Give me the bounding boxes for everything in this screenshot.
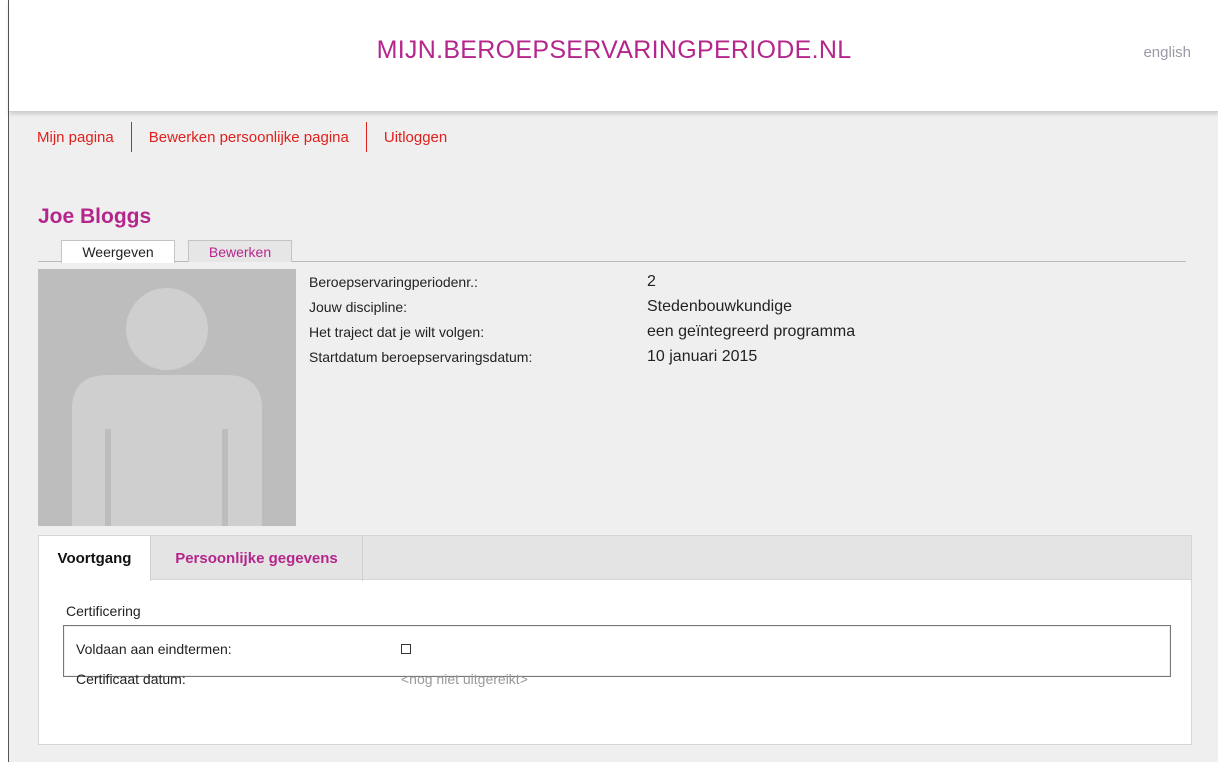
nav-separator [130, 122, 132, 152]
detail-value: 2 [647, 273, 656, 290]
tab-persoonlijke-gegevens[interactable]: Persoonlijke gegevens [150, 536, 363, 581]
certificaat-datum-label: Certificaat datum: [76, 671, 186, 687]
detail-label: Het traject dat je wilt volgen: [309, 324, 485, 340]
detail-label: Jouw discipline: [309, 299, 408, 315]
eindtermen-checkbox-wrap [401, 641, 411, 657]
person-silhouette-icon [38, 269, 296, 526]
detail-label: Startdatum beroepservaringsdatum: [309, 349, 533, 365]
tab-bewerken[interactable]: Bewerken [188, 240, 292, 262]
certification-box: Voldaan aan eindtermen: Certificaat datu… [63, 625, 1171, 687]
profile-name: Joe Bloggs [38, 205, 152, 228]
avatar-placeholder [38, 269, 296, 526]
tab-weergeven[interactable]: Weergeven [61, 240, 175, 263]
nav-item-bewerken-persoonlijke-pagina[interactable]: Bewerken persoonlijke pagina [149, 129, 349, 146]
detail-value: 10 januari 2015 [647, 348, 758, 365]
eindtermen-label: Voldaan aan eindtermen: [76, 641, 232, 657]
site-header: MIJN.BEROEPSERVARINGPERIODE.NL english [9, 0, 1218, 112]
nav-item-mijn-pagina[interactable]: Mijn pagina [37, 129, 114, 146]
profile-view-tabs: Weergeven Bewerken [38, 240, 1186, 263]
nav-separator [365, 122, 367, 152]
eindtermen-checkbox[interactable] [401, 644, 411, 654]
top-navigation: Mijn pagina Bewerken persoonlijke pagina… [37, 122, 447, 152]
panel-tab-bar: Voortgang Persoonlijke gegevens [39, 536, 1191, 581]
detail-value: een geïntegreerd programma [647, 323, 856, 340]
page-frame: MIJN.BEROEPSERVARINGPERIODE.NL english M… [8, 0, 1218, 762]
certification-heading: Certificering [66, 603, 141, 619]
progress-panel: Voortgang Persoonlijke gegevens Certific… [38, 535, 1192, 745]
language-switch-link[interactable]: english [1143, 44, 1191, 61]
detail-label: Beroepservaringperiodenr.: [309, 274, 478, 290]
detail-value: Stedenbouwkundige [647, 298, 793, 315]
nav-item-uitloggen[interactable]: Uitloggen [384, 129, 447, 146]
certificaat-datum-value: <nog niet uitgereikt> [401, 671, 528, 687]
site-title: MIJN.BEROEPSERVARINGPERIODE.NL [376, 36, 852, 64]
tab-voortgang[interactable]: Voortgang [39, 536, 150, 581]
